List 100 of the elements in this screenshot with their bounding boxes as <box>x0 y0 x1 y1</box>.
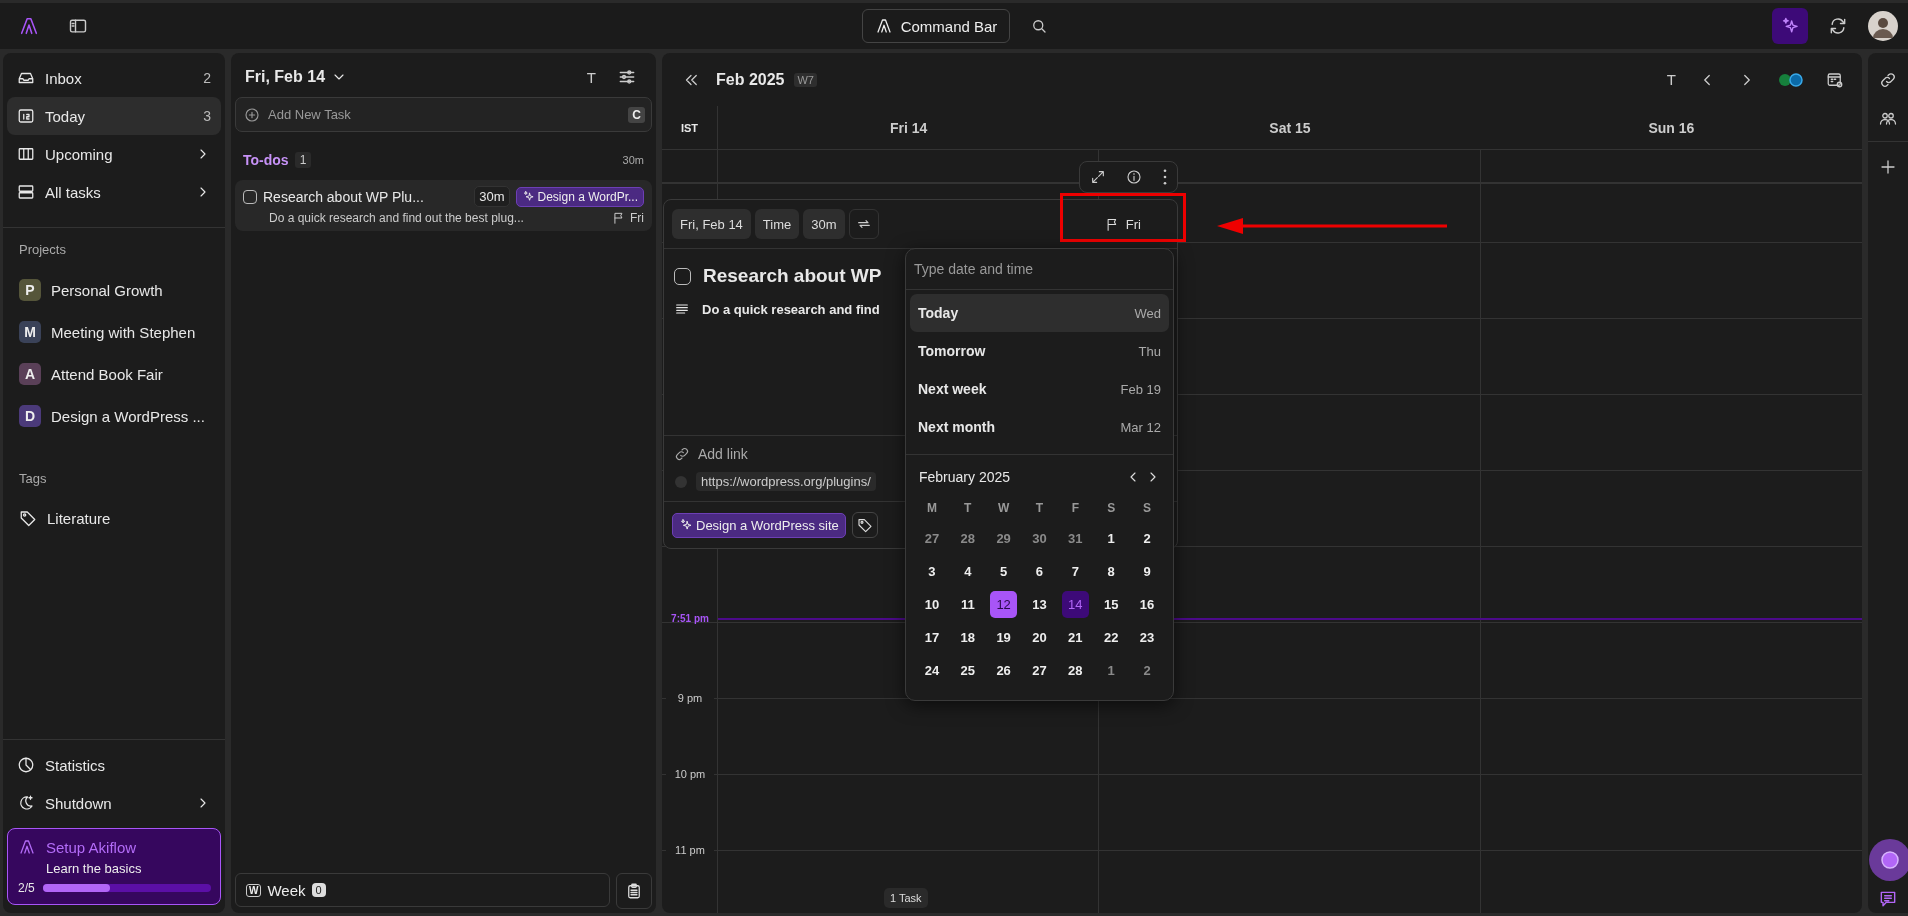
chip-button[interactable]: Time <box>754 209 800 239</box>
calendar-day[interactable]: 7 <box>1061 558 1089 585</box>
avatar[interactable] <box>1868 11 1898 41</box>
sync-icon <box>1828 16 1848 36</box>
calendar-day[interactable]: 1 <box>1097 525 1125 552</box>
calendar-day[interactable]: 26 <box>990 657 1018 684</box>
logo-icon <box>18 15 40 37</box>
project-link[interactable]: Personal Growth <box>51 281 163 299</box>
calendar-day[interactable]: 1 <box>1097 657 1125 684</box>
day-header: Sat 15 <box>1268 119 1312 136</box>
calendar-day[interactable]: 31 <box>1061 525 1089 552</box>
sparkle-icon <box>679 518 693 532</box>
count-label: 1 <box>294 152 312 168</box>
calendar-day[interactable]: 27 <box>1026 657 1053 684</box>
more-icon <box>1162 169 1167 185</box>
calendar-day[interactable]: 28 <box>1061 657 1089 684</box>
logo-icon <box>874 17 893 35</box>
week-button[interactable]: W Week 0 <box>235 873 610 907</box>
calendar-day[interactable]: 13 <box>1026 591 1053 618</box>
calendar-day[interactable]: 19 <box>990 624 1018 651</box>
nav-item[interactable]: Today 3 <box>7 97 221 135</box>
calendar-day[interactable]: 2 <box>1133 657 1161 684</box>
option-label: Next week <box>918 381 987 397</box>
date-input-field[interactable]: Type date and time <box>906 249 1173 290</box>
project-name: Design a WordPress site <box>696 517 839 533</box>
calendar-day[interactable]: 6 <box>1026 558 1053 585</box>
project-link[interactable]: Meeting with Stephen <box>51 323 196 341</box>
hour-label: 9 pm <box>666 691 714 705</box>
add-link-button[interactable]: Add link <box>698 446 748 462</box>
calendar-day[interactable]: 2 <box>1133 525 1161 552</box>
tag-link[interactable]: Literature <box>47 509 111 527</box>
calendar-day[interactable]: 24 <box>918 657 946 684</box>
task-description: Do a quick research and find <box>702 301 880 317</box>
shortcut-key: C <box>628 106 645 123</box>
url-link[interactable]: https://wordpress.org/plugins/ <box>696 472 876 491</box>
calendar-day[interactable]: 29 <box>990 525 1018 552</box>
weekday-label: W <box>996 500 1011 517</box>
nav-item[interactable]: Shutdown <box>7 784 221 822</box>
calendar-day[interactable]: 20 <box>1026 624 1053 651</box>
calendar-day[interactable]: 15 <box>1097 591 1125 618</box>
calendar-day[interactable]: 9 <box>1133 558 1161 585</box>
calendar-gear-icon <box>1826 70 1844 89</box>
setup-card[interactable]: Setup Akiflow Learn the basics 2/5 <box>7 828 221 905</box>
today-button[interactable]: T <box>1660 71 1682 88</box>
calendar-day[interactable]: 5 <box>990 558 1018 585</box>
plus-circle-icon <box>244 106 260 123</box>
project-link[interactable]: Attend Book Fair <box>51 365 163 383</box>
checkbox[interactable] <box>243 189 257 204</box>
chip-button[interactable]: 30m <box>803 209 845 239</box>
tag-button[interactable] <box>851 512 878 538</box>
section-heading: Tags <box>18 470 48 488</box>
calendar-day[interactable]: 30 <box>1026 525 1053 552</box>
project-letter: P <box>19 279 41 301</box>
calendar-day[interactable]: 22 <box>1097 624 1125 651</box>
calendar-day[interactable]: 3 <box>918 558 946 585</box>
date-option[interactable]: Next month Mar 12 <box>910 408 1169 446</box>
nav-item[interactable]: All tasks <box>7 173 221 211</box>
tag-icon <box>856 517 873 533</box>
clipboard-button[interactable] <box>616 873 652 909</box>
calendar-day[interactable]: 27 <box>918 525 946 552</box>
date-option[interactable]: Today Wed <box>910 294 1169 332</box>
calendar-day[interactable]: 10 <box>918 591 946 618</box>
checkbox[interactable] <box>674 267 691 285</box>
moon-icon <box>17 794 35 812</box>
calendar-day[interactable]: 17 <box>918 624 946 651</box>
date-option[interactable]: Tomorrow Thu <box>910 332 1169 370</box>
nav-item[interactable]: Inbox 2 <box>7 59 221 97</box>
task-title: Research about WP Plu... <box>263 188 425 205</box>
due-date-button[interactable]: Fri <box>1098 215 1147 233</box>
command-bar-button[interactable]: Command Bar <box>861 9 1011 43</box>
calendar-day[interactable]: 23 <box>1133 624 1161 651</box>
day-header: Fri 14 <box>889 119 929 136</box>
calendar-day[interactable]: 14 <box>1061 591 1089 618</box>
calendar-day[interactable]: 8 <box>1097 558 1125 585</box>
nav-item[interactable]: Upcoming <box>7 135 221 173</box>
repeat-button[interactable] <box>848 209 879 239</box>
calendar-day[interactable]: 11 <box>954 591 982 618</box>
calendar-day[interactable]: 16 <box>1133 591 1161 618</box>
flag-icon <box>612 211 626 225</box>
task-card[interactable]: Research about WP Plu... 30m Design a WordPr... Do a quick research and find out the best plug... Fri <box>235 180 652 231</box>
chat-icon <box>1878 889 1898 909</box>
today-button[interactable]: T <box>578 68 604 86</box>
calendar-day[interactable]: 28 <box>954 525 982 552</box>
count-label: 0 <box>311 883 326 897</box>
nav-item[interactable]: Statistics <box>7 746 221 784</box>
date-option[interactable]: Next week Feb 19 <box>910 370 1169 408</box>
calendar-day[interactable]: 12 <box>990 591 1018 618</box>
calendar-day[interactable]: 25 <box>954 657 982 684</box>
project-tag[interactable]: Design a WordPress site <box>672 512 846 538</box>
assistant-orb-button[interactable] <box>1869 839 1908 881</box>
count-label: 2 <box>203 70 211 86</box>
ai-assistant-button[interactable] <box>1772 8 1808 44</box>
calendar-day[interactable]: 21 <box>1061 624 1089 651</box>
chip-button[interactable]: Fri, Feb 14 <box>672 209 751 239</box>
progress-label: 2/5 <box>18 881 35 895</box>
project-link[interactable]: Design a WordPress ... <box>51 407 205 425</box>
project-tag[interactable]: Design a WordPr... <box>515 186 644 207</box>
calendar-day[interactable]: 18 <box>954 624 982 651</box>
add-task-field[interactable]: Add New Task C <box>235 97 652 132</box>
calendar-day[interactable]: 4 <box>954 558 982 585</box>
